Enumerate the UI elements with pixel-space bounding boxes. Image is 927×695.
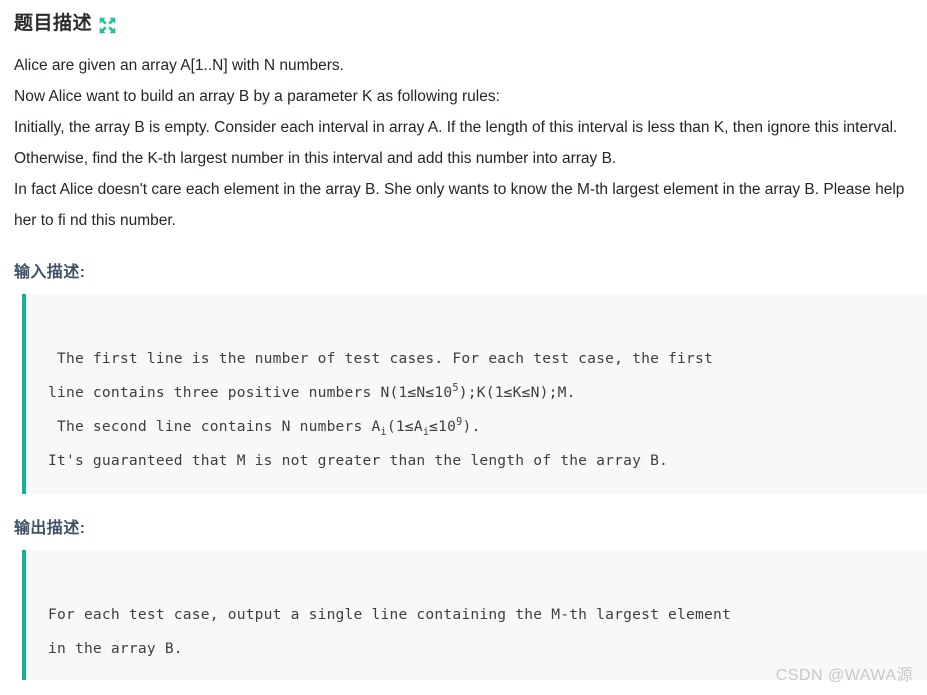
csdn-watermark: CSDN @WAWA源 (775, 667, 913, 684)
description-paragraph: Alice are given an array A[1..N] with N … (14, 56, 344, 74)
output-description-heading: 输出描述: (14, 519, 86, 537)
code-line-text: (1≤A (386, 417, 423, 435)
input-description-code-block: The first line is the number of test cas… (22, 293, 927, 494)
code-line-text: ≤10 (429, 417, 457, 435)
code-line-text: ). (462, 417, 481, 435)
expand-arrows-icon[interactable] (99, 17, 116, 34)
code-line-text: );K(1≤K≤N);M. (458, 383, 576, 401)
description-body: Alice are given an array A[1..N] with N … (14, 50, 913, 236)
code-line-text: in the array B. (48, 639, 183, 657)
code-line-text: It's guaranteed that M is not greater th… (48, 451, 669, 469)
code-line: The second line contains N numbers Ai(1≤… (48, 410, 927, 444)
description-paragraph: Initially, the array B is empty. Conside… (14, 118, 898, 167)
input-description-heading: 输入描述: (14, 263, 86, 281)
code-line-text: The second line contains N numbers A (48, 417, 381, 435)
code-line-text: line contains three positive numbers N(1… (48, 383, 453, 401)
code-line-text: For each test case, output a single line… (48, 605, 731, 623)
problem-statement-page: 题目描述 Alice are given an array A[1..N] wi… (0, 0, 927, 680)
page-title: 题目描述 (14, 13, 93, 34)
description-paragraph: In fact Alice doesn't care each element … (14, 180, 905, 229)
code-line: For each test case, output a single line… (48, 598, 927, 632)
code-line-text: The first line is the number of test cas… (48, 349, 713, 367)
code-line: The first line is the number of test cas… (48, 342, 927, 376)
code-line: line contains three positive numbers N(1… (48, 376, 927, 410)
description-paragraph: Now Alice want to build an array B by a … (14, 87, 500, 105)
code-line: It's guaranteed that M is not greater th… (48, 444, 927, 478)
page-title-row: 题目描述 (14, 13, 913, 36)
